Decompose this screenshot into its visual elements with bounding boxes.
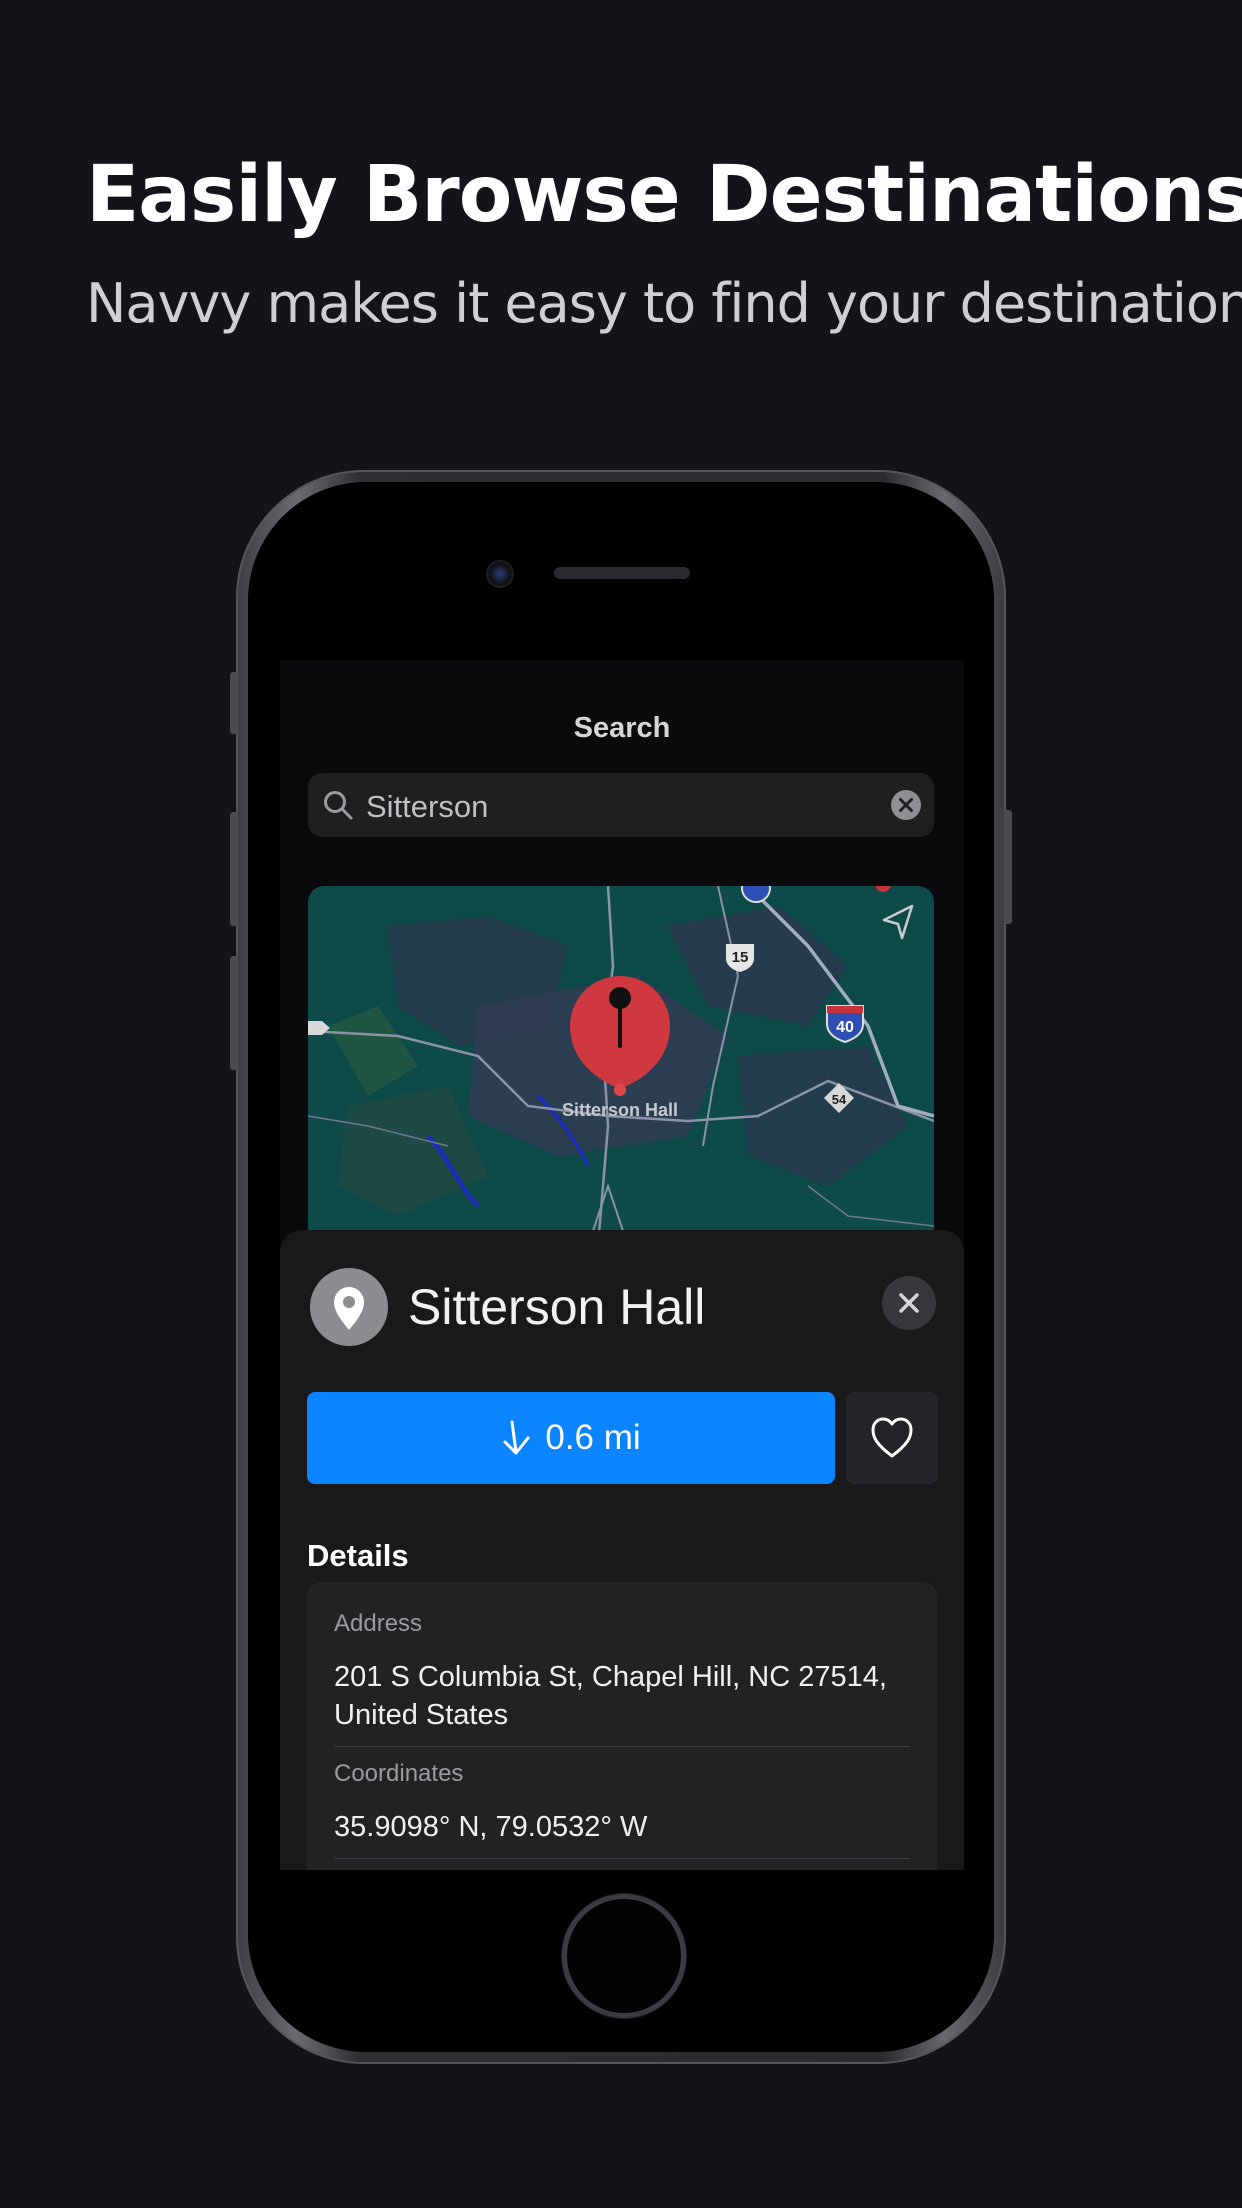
details-divider: [334, 1746, 910, 1747]
route-shield-40: 40: [826, 1005, 864, 1044]
clear-icon[interactable]: [890, 789, 922, 821]
app-screen: Search Sitterson 15 40 54 Sitterson Hall…: [280, 660, 964, 1870]
search-input[interactable]: Sitterson: [308, 773, 934, 837]
details-divider: [334, 1858, 910, 1859]
volume-down-button: [230, 956, 238, 1070]
directions-distance: 0.6 mi: [545, 1418, 641, 1457]
coordinates-label: Coordinates: [334, 1760, 464, 1787]
route-15-label: 15: [732, 949, 749, 966]
home-button[interactable]: [562, 1894, 686, 2018]
route-40-label: 40: [836, 1019, 854, 1036]
details-card: Address 201 S Columbia St, Chapel Hill, …: [307, 1582, 937, 1870]
heart-icon: [871, 1417, 913, 1458]
mute-switch: [230, 672, 238, 734]
front-camera: [486, 560, 514, 588]
address-line1[interactable]: 201 S Columbia St, Chapel Hill, NC 27514…: [334, 1658, 924, 1696]
route-54-label: 54: [832, 1092, 847, 1107]
earpiece-speaker: [554, 567, 690, 579]
favorite-button[interactable]: [846, 1392, 938, 1484]
promo-subheadline: Navvy makes it easy to find your destina…: [86, 272, 1242, 335]
promo-headline: Easily Browse Destinations.: [86, 150, 1242, 240]
details-heading: Details: [307, 1538, 409, 1573]
map-view[interactable]: 15 40 54 Sitterson Hall: [308, 886, 934, 1246]
power-button: [1004, 810, 1012, 924]
map-pin-icon: [310, 1268, 388, 1346]
volume-up-button: [230, 812, 238, 926]
coordinates-value[interactable]: 35.9098° N, 79.0532° W: [334, 1808, 924, 1846]
address-line2[interactable]: United States: [334, 1696, 924, 1734]
arrow-down-icon: [503, 1420, 530, 1455]
close-button[interactable]: [882, 1276, 936, 1330]
place-name: Sitterson Hall: [408, 1279, 706, 1335]
directions-button[interactable]: 0.6 mi: [307, 1392, 835, 1484]
nav-title: Search: [573, 712, 671, 744]
close-icon: [899, 1293, 919, 1313]
address-label: Address: [334, 1610, 423, 1637]
place-sheet: Sitterson Hall 0.6 mi Details Address 20…: [280, 1230, 964, 1870]
search-icon: [322, 789, 354, 821]
map-pin-label: Sitterson Hall: [562, 1100, 678, 1120]
search-value: Sitterson: [366, 789, 489, 824]
